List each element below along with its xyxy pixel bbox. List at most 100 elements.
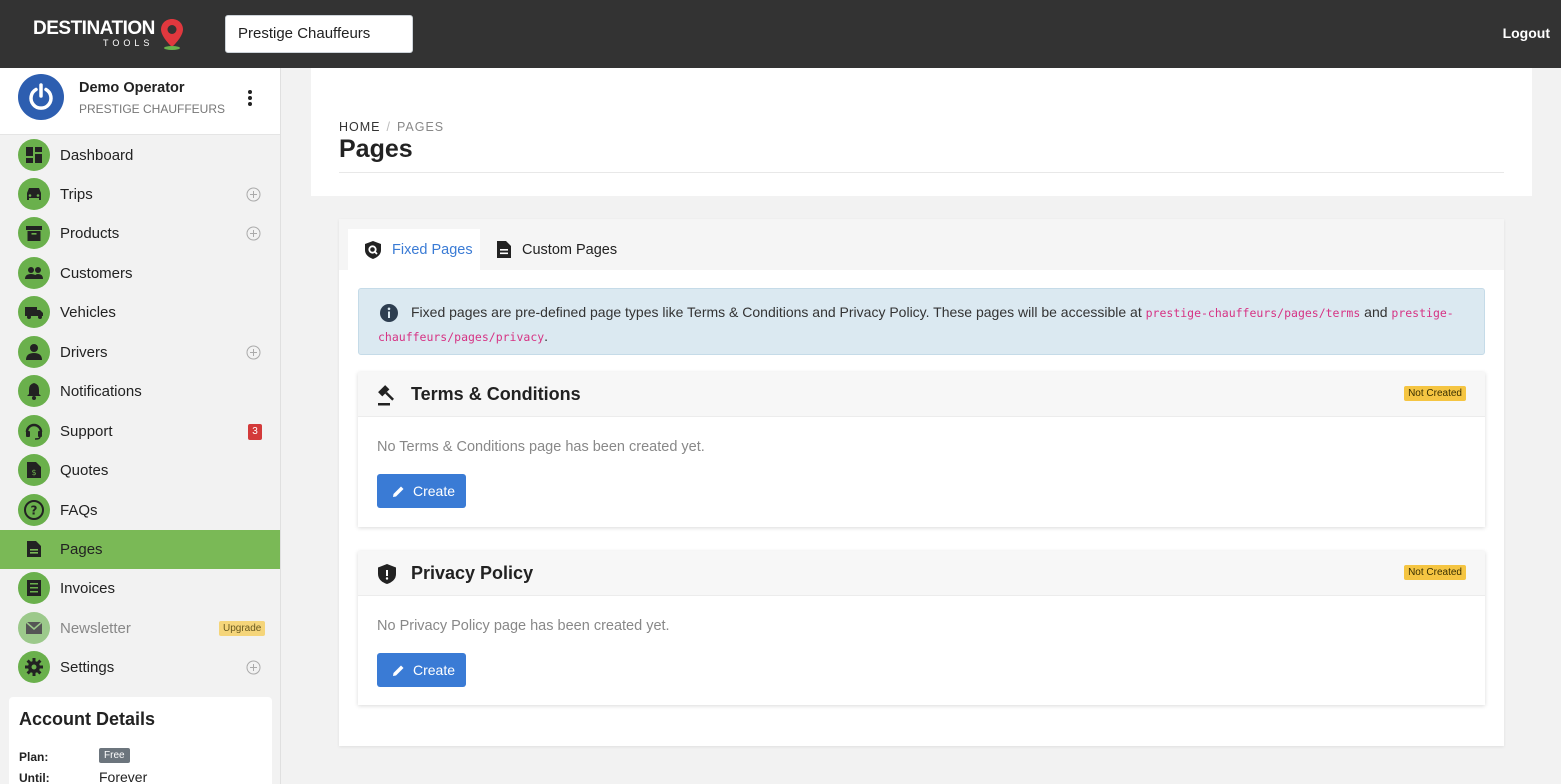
sidebar-item-label: Settings <box>60 659 115 676</box>
create-label: Create <box>413 483 456 499</box>
mail-icon <box>18 612 50 644</box>
tab-label: Fixed Pages <box>392 241 473 258</box>
kebab-menu-icon[interactable] <box>246 89 254 107</box>
logo-line1: DESTINATION <box>33 18 155 39</box>
breadcrumb-current: PAGES <box>396 120 445 134</box>
question-icon: ? <box>18 494 50 526</box>
add-trip-icon[interactable] <box>246 187 261 202</box>
tab-label: Custom Pages <box>522 241 618 258</box>
gear-icon <box>18 651 50 683</box>
terms-url: prestige-chauffeurs/pages/terms <box>1145 306 1361 320</box>
sidebar-item-dashboard[interactable]: Dashboard <box>0 136 280 175</box>
add-setting-icon[interactable] <box>246 660 261 675</box>
archive-icon <box>18 217 50 249</box>
svg-text:$: $ <box>31 468 36 477</box>
sidebar-item-notifications[interactable]: Notifications <box>0 372 280 411</box>
logout-link[interactable]: Logout <box>1503 25 1550 41</box>
tab-fixed-pages[interactable]: Fixed Pages <box>348 229 480 270</box>
add-driver-icon[interactable] <box>246 345 261 360</box>
breadcrumb: HOME / PAGES <box>339 120 444 134</box>
breadcrumb-home[interactable]: HOME <box>339 120 381 134</box>
sidebar-item-label: Drivers <box>60 344 108 361</box>
create-label: Create <box>413 662 456 678</box>
person-icon <box>18 336 50 368</box>
sidebar-item-label: Trips <box>60 186 93 203</box>
sidebar-item-vehicles[interactable]: Vehicles <box>0 293 280 332</box>
sidebar-item-trips[interactable]: Trips <box>0 175 280 214</box>
logo-line2: TOOLS <box>103 38 154 48</box>
until-label: Until: <box>19 771 50 784</box>
invoice-dollar-icon: $ <box>18 454 50 486</box>
car-icon <box>18 178 50 210</box>
terms-card-header: Terms & Conditions Not Created <box>358 372 1485 417</box>
add-product-icon[interactable] <box>246 226 261 241</box>
sidebar-item-faqs[interactable]: ? FAQs <box>0 491 280 530</box>
svg-text:?: ? <box>31 504 38 518</box>
shield-search-icon <box>365 240 381 259</box>
privacy-message: No Privacy Policy page has been created … <box>377 618 670 634</box>
privacy-card-header: Privacy Policy Not Created <box>358 551 1485 596</box>
info-alert: Fixed pages are pre-defined page types l… <box>358 288 1485 355</box>
until-value: Forever <box>99 769 148 784</box>
breadcrumb-separator: / <box>386 120 391 134</box>
sidebar-item-label: FAQs <box>60 502 98 519</box>
avatar[interactable] <box>18 74 64 120</box>
tabs-bar: Fixed Pages Custom Pages <box>339 219 1504 270</box>
info-and: and <box>1360 304 1392 320</box>
privacy-title: Privacy Policy <box>411 563 534 583</box>
pages-content-card: Fixed Pages Custom Pages Fixed pages are… <box>339 219 1504 746</box>
sidebar-item-pages[interactable]: Pages <box>0 530 280 569</box>
page-title: Pages <box>339 135 413 163</box>
tab-custom-pages[interactable]: Custom Pages <box>480 229 630 270</box>
sidebar-item-drivers[interactable]: Drivers <box>0 333 280 372</box>
create-privacy-button[interactable]: Create <box>377 653 466 687</box>
map-pin-icon <box>161 19 183 50</box>
sidebar-item-label: Vehicles <box>60 304 116 321</box>
sidebar-item-quotes[interactable]: $ Quotes <box>0 451 280 490</box>
sidebar-item-label: Invoices <box>60 580 116 597</box>
terms-card: Terms & Conditions Not Created No Terms … <box>358 372 1485 527</box>
people-icon <box>18 257 50 289</box>
upgrade-badge[interactable]: Upgrade <box>219 621 266 636</box>
sidebar-item-label: Pages <box>60 541 103 558</box>
headset-icon <box>18 415 50 447</box>
sidebar-item-label: Notifications <box>60 383 142 400</box>
sidebar-item-settings[interactable]: Settings <box>0 648 280 687</box>
header-divider <box>339 172 1504 173</box>
status-badge: Not Created <box>1404 565 1466 580</box>
sidebar-item-invoices[interactable]: Invoices <box>0 569 280 608</box>
document-icon <box>497 241 511 258</box>
power-icon <box>29 83 53 110</box>
document-icon <box>18 533 50 565</box>
terms-message: No Terms & Conditions page has been crea… <box>377 439 705 455</box>
sidebar-item-newsletter[interactable]: Newsletter Upgrade <box>0 609 280 648</box>
plan-badge: Free <box>99 748 130 763</box>
shield-alert-icon <box>378 564 396 584</box>
truck-icon <box>18 296 50 328</box>
sidebar-item-customers[interactable]: Customers <box>0 254 280 293</box>
info-text-before: Fixed pages are pre-defined page types l… <box>411 304 1146 320</box>
pencil-icon <box>393 486 404 497</box>
sidebar-item-support[interactable]: Support 3 <box>0 412 280 451</box>
pencil-icon <box>393 665 404 676</box>
destination-tools-logo[interactable]: DESTINATION TOOLS <box>33 16 193 52</box>
sidebar-item-label: Dashboard <box>60 147 134 164</box>
terms-title: Terms & Conditions <box>411 384 581 404</box>
bell-icon <box>18 375 50 407</box>
sidebar-item-label: Products <box>60 225 120 242</box>
sidebar-item-label: Quotes <box>60 462 109 479</box>
sidebar-item-label: Newsletter <box>60 620 131 637</box>
gavel-icon <box>378 385 395 406</box>
info-text: Fixed pages are pre-defined page types l… <box>378 301 1468 349</box>
operator-company: PRESTIGE CHAUFFEURS <box>79 102 226 116</box>
operator-select[interactable]: Prestige Chauffeurs <box>225 15 413 53</box>
account-details-card: Account Details Plan: Free Until: Foreve… <box>9 697 272 784</box>
sidebar-item-products[interactable]: Products <box>0 214 280 253</box>
account-details-title: Account Details <box>19 709 156 729</box>
sidebar-item-label: Support <box>60 423 113 440</box>
page-header: HOME / PAGES Pages <box>311 68 1532 196</box>
create-terms-button[interactable]: Create <box>377 474 466 508</box>
plan-label: Plan: <box>19 750 49 764</box>
privacy-card: Privacy Policy Not Created No Privacy Po… <box>358 551 1485 705</box>
operator-name: Demo Operator <box>79 80 185 96</box>
